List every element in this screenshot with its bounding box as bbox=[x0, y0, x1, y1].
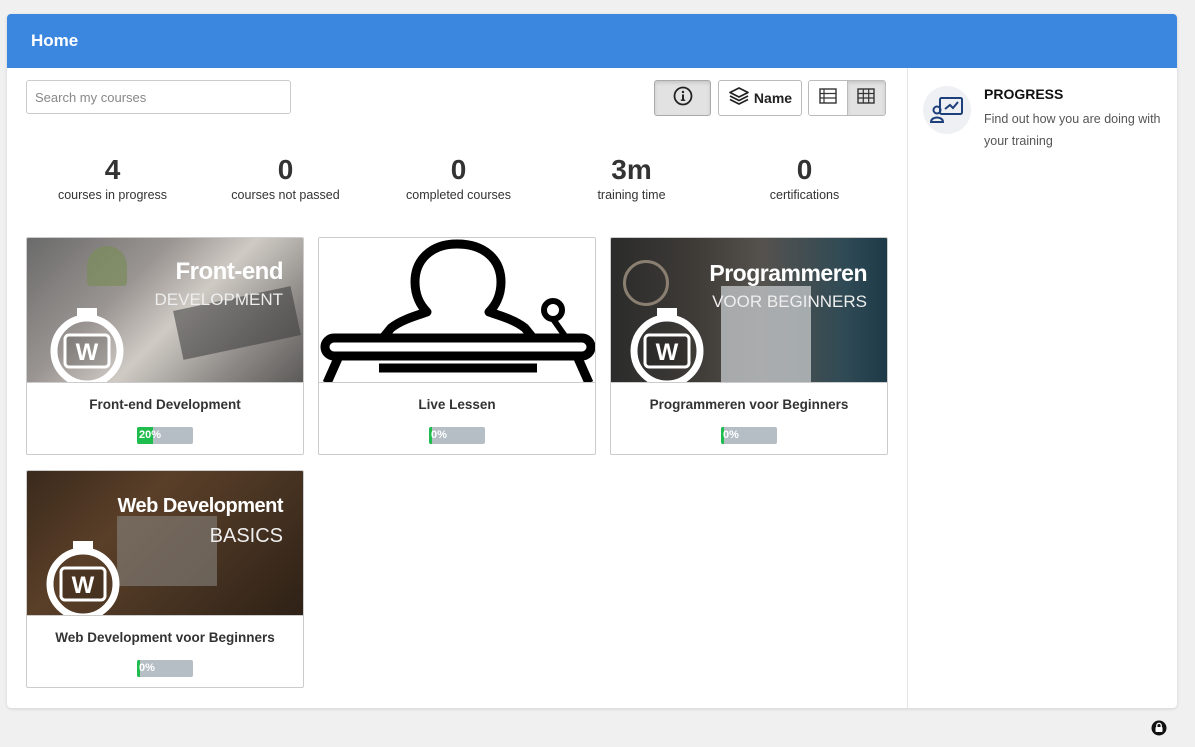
home-panel: Home Name bbox=[7, 14, 1177, 708]
right-sidebar: PROGRESS Find out how you are doing with… bbox=[907, 68, 1177, 708]
grid-view-button[interactable] bbox=[846, 81, 885, 115]
thumbnail-title: Web Development bbox=[117, 495, 284, 517]
stat-training-time: 3m training time bbox=[545, 154, 718, 214]
course-card-web-development[interactable]: Web Development BASICS W Web Development… bbox=[26, 470, 304, 688]
progress-label: 20% bbox=[139, 429, 162, 441]
course-card-front-end[interactable]: Front-end DEVELOPMENT W Front-end Develo… bbox=[26, 237, 304, 455]
course-thumbnail bbox=[319, 238, 595, 383]
stat-certifications: 0 certifications bbox=[718, 154, 891, 214]
course-card-live-lessen[interactable]: Live Lessen 0% bbox=[318, 237, 596, 455]
stat-label: courses in progress bbox=[57, 188, 168, 202]
main-content: Name 4 courses in progress 0 courses no bbox=[7, 68, 907, 708]
svg-text:W: W bbox=[72, 572, 95, 599]
progress-label: 0% bbox=[139, 662, 155, 674]
stats-bar: 4 courses in progress 0 courses not pass… bbox=[26, 154, 892, 214]
thumbnail-subtitle: DEVELOPMENT bbox=[154, 290, 283, 309]
list-view-button[interactable] bbox=[809, 81, 847, 115]
course-progress-bar: 0% bbox=[137, 660, 193, 677]
search-input[interactable] bbox=[26, 80, 291, 114]
layers-icon bbox=[728, 85, 750, 112]
progress-chart-icon bbox=[923, 86, 971, 134]
svg-text:W: W bbox=[76, 339, 99, 366]
course-thumbnail: Front-end DEVELOPMENT W bbox=[27, 238, 303, 383]
list-view-icon bbox=[819, 87, 837, 109]
info-icon bbox=[673, 86, 693, 111]
page-title: Home bbox=[31, 31, 79, 50]
sort-label: Name bbox=[753, 90, 793, 106]
course-progress-bar: 20% bbox=[137, 427, 193, 444]
stat-value: 3m bbox=[611, 154, 652, 185]
stat-value: 0 bbox=[450, 154, 467, 185]
info-button[interactable] bbox=[654, 80, 711, 116]
stat-completed-courses: 0 completed courses bbox=[372, 154, 545, 214]
stat-label: certifications bbox=[769, 188, 840, 202]
course-name: Web Development voor Beginners bbox=[55, 630, 275, 645]
progress-label: 0% bbox=[723, 429, 739, 441]
course-name: Front-end Development bbox=[89, 397, 241, 412]
thumbnail-subtitle: VOOR BEGINNERS bbox=[712, 292, 867, 311]
course-name: Programmeren voor Beginners bbox=[649, 397, 849, 412]
grid-view-icon bbox=[857, 87, 875, 109]
course-thumbnail: Programmeren VOOR BEGINNERS W bbox=[611, 238, 887, 383]
page-header: Home bbox=[7, 14, 1177, 68]
progress-description: Find out how you are doing with your tra… bbox=[984, 112, 1161, 148]
thumbnail-title: Programmeren bbox=[709, 260, 867, 286]
stat-label: training time bbox=[597, 188, 666, 202]
sort-button[interactable]: Name bbox=[718, 80, 802, 116]
course-progress-bar: 0% bbox=[721, 427, 777, 444]
brand-logo-icon: W bbox=[37, 306, 137, 382]
stat-label: courses not passed bbox=[231, 188, 340, 202]
progress-title: PROGRESS bbox=[984, 86, 1064, 102]
thumbnail-title: Front-end bbox=[175, 258, 284, 285]
course-thumbnail: Web Development BASICS W bbox=[27, 471, 303, 616]
view-toggle bbox=[808, 80, 886, 116]
brand-logo-icon: W bbox=[33, 539, 133, 615]
stat-label: completed courses bbox=[406, 188, 511, 202]
progress-label: 0% bbox=[431, 429, 447, 441]
course-progress-bar: 0% bbox=[429, 427, 485, 444]
stat-value: 0 bbox=[796, 154, 813, 185]
stat-courses-not-passed: 0 courses not passed bbox=[199, 154, 372, 214]
progress-widget[interactable]: PROGRESS Find out how you are doing with… bbox=[923, 86, 1163, 166]
course-card-programmeren[interactable]: Programmeren VOOR BEGINNERS W Programmer… bbox=[610, 237, 888, 455]
thumbnail-subtitle: BASICS bbox=[209, 525, 283, 547]
svg-text:W: W bbox=[656, 339, 679, 366]
speaker-podium-icon bbox=[319, 238, 595, 382]
stat-value: 4 bbox=[104, 154, 121, 185]
brand-logo-icon: W bbox=[617, 306, 717, 382]
stat-courses-in-progress: 4 courses in progress bbox=[26, 154, 199, 214]
stat-value: 0 bbox=[277, 154, 294, 185]
lock-icon[interactable] bbox=[1151, 720, 1167, 736]
course-name: Live Lessen bbox=[418, 397, 496, 412]
